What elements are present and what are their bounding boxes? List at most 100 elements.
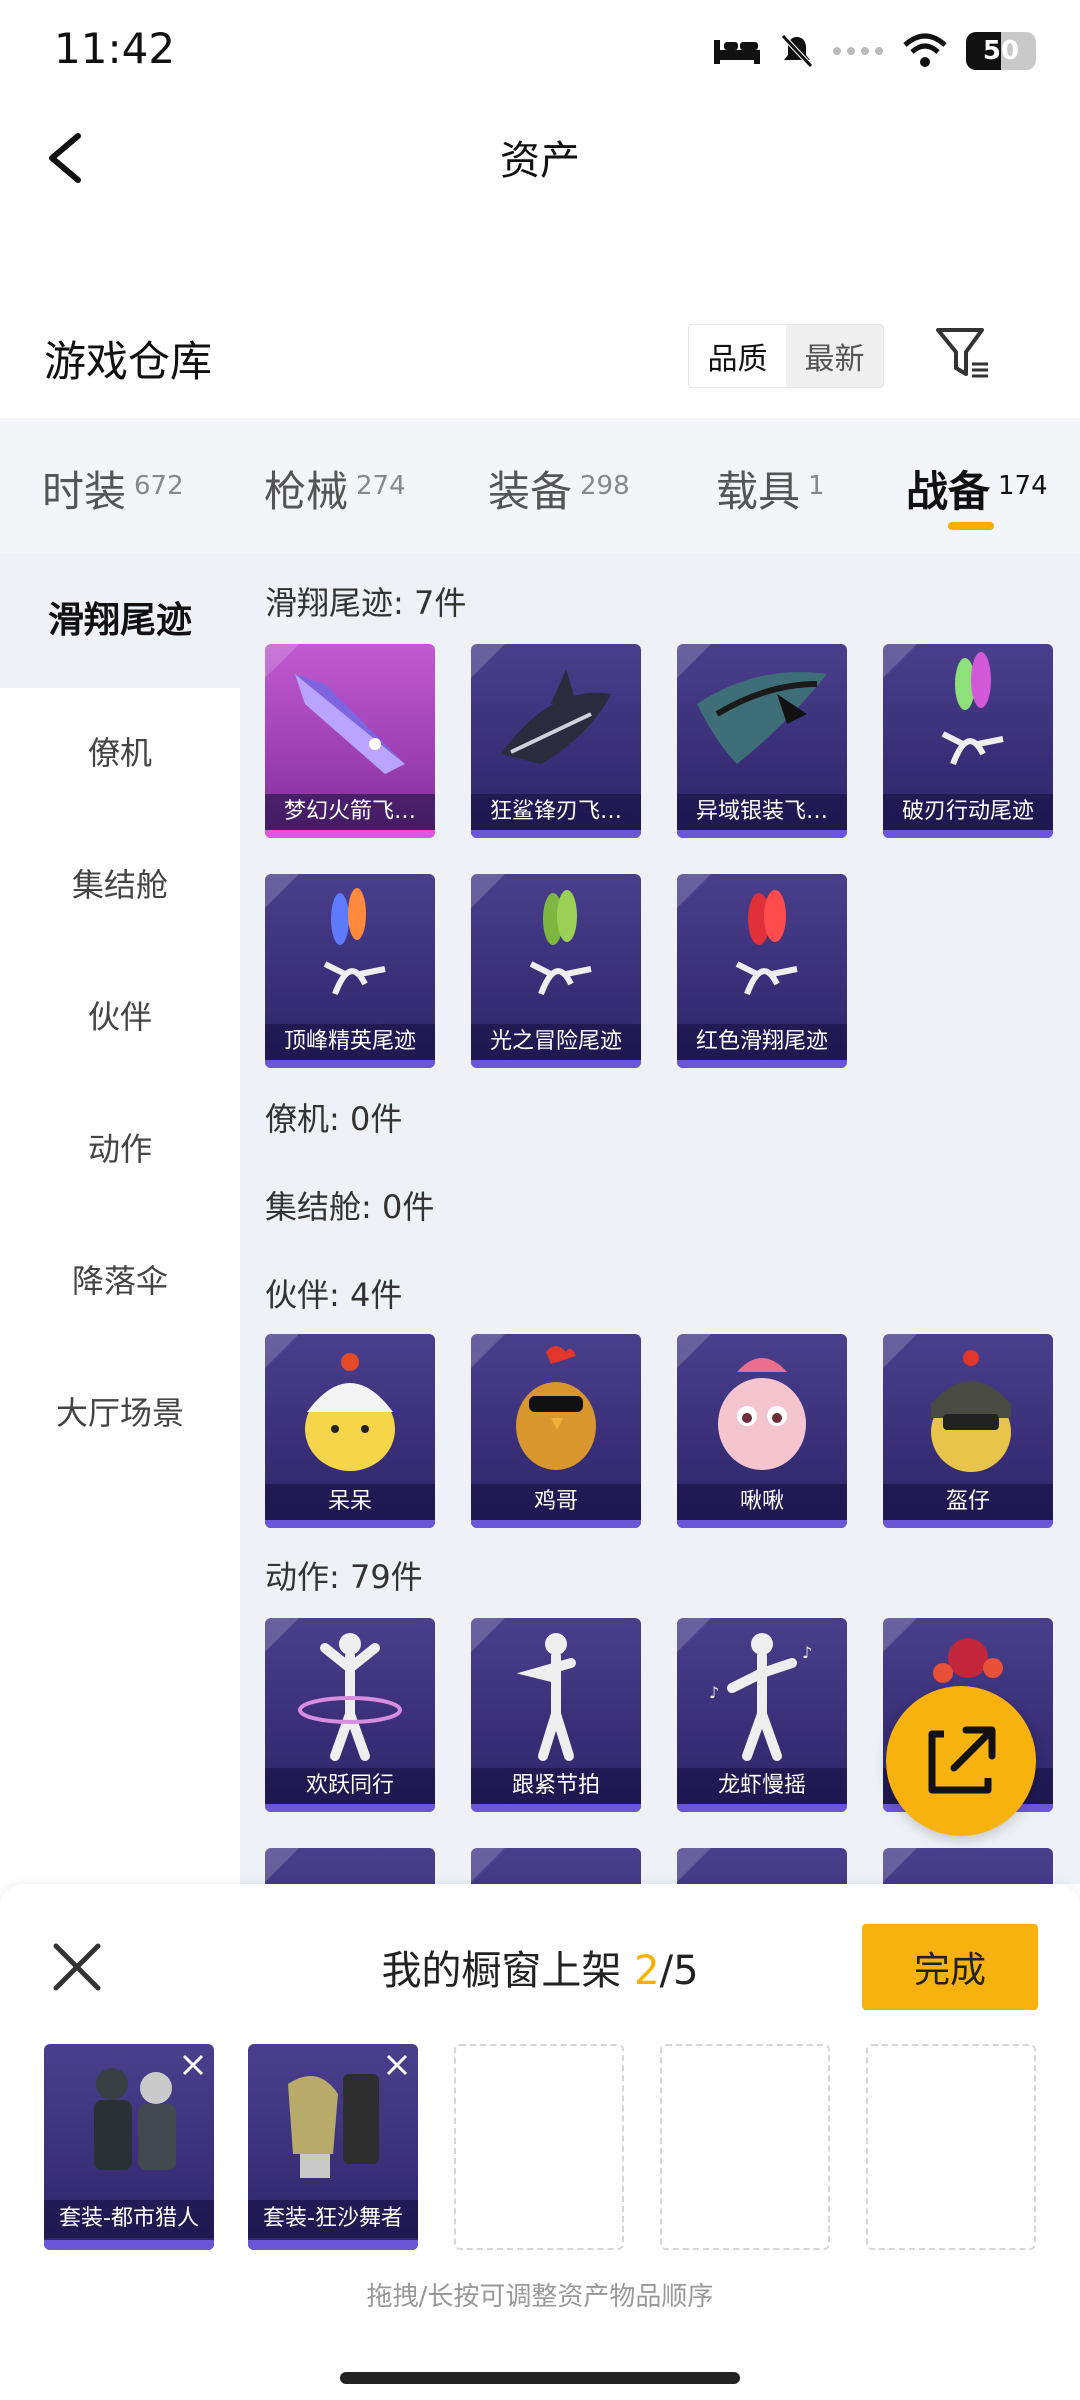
showcase-title-text: 我的橱窗上架	[381, 1948, 635, 1994]
rarity-bar	[44, 2240, 214, 2250]
sidebar-item-glide-trails[interactable]: 滑翔尾迹	[0, 554, 240, 688]
rarity-bar	[883, 1520, 1053, 1528]
asset-card[interactable]: 破刃行动尾迹	[883, 644, 1053, 838]
asset-card[interactable]: 红色滑翔尾迹	[677, 874, 847, 1068]
share-export-icon	[928, 1726, 996, 1794]
sort-option-quality[interactable]: 品质	[689, 325, 786, 387]
rarity-bar	[471, 1060, 641, 1068]
tab-combat-gear[interactable]: 战备 174	[906, 458, 1048, 519]
group-title-pods: 集结舱: 0件	[265, 1188, 435, 1226]
corner-check	[265, 644, 299, 678]
asset-label: 呆呆	[265, 1484, 435, 1520]
rarity-bar	[883, 830, 1053, 838]
status-time: 11:42	[54, 24, 176, 73]
corner-check	[883, 1618, 917, 1652]
corner-check	[265, 1618, 299, 1652]
sidebar-item-lobby-scenes[interactable]: 大厅场景	[0, 1388, 240, 1434]
signal-dots-icon	[833, 47, 883, 55]
corner-check	[677, 874, 711, 908]
asset-label: 欢跃同行	[265, 1768, 435, 1804]
showcase-slot[interactable]: 套装-都市猎人	[44, 2044, 214, 2250]
corner-check	[471, 874, 505, 908]
remove-icon[interactable]	[180, 2052, 206, 2078]
rarity-bar	[677, 1060, 847, 1068]
corner-check	[677, 1334, 711, 1368]
rarity-bar	[677, 830, 847, 838]
svg-text:♪: ♪	[709, 1683, 719, 1702]
mute-bell-icon	[781, 34, 813, 68]
showcase-slot-empty[interactable]	[866, 2044, 1036, 2250]
rarity-bar	[471, 1520, 641, 1528]
rarity-bar	[265, 1520, 435, 1528]
rarity-bar	[265, 1804, 435, 1812]
asset-card[interactable]: 跟紧节拍	[471, 1618, 641, 1812]
filter-icon[interactable]	[934, 324, 992, 382]
sidebar-item-pods[interactable]: 集结舱	[0, 860, 240, 906]
asset-card[interactable]: 顶峰精英尾迹	[265, 874, 435, 1068]
group-title-glide-trails: 滑翔尾迹: 7件	[265, 584, 467, 622]
sidebar: 滑翔尾迹 僚机 集结舱 伙伴 动作 降落伞 大厅场景	[0, 554, 240, 1884]
asset-card[interactable]: 异域银装飞…	[677, 644, 847, 838]
showcase-slot-empty[interactable]	[660, 2044, 830, 2250]
sort-option-newest[interactable]: 最新	[786, 325, 883, 387]
asset-card[interactable]: 梦幻火箭飞…	[265, 644, 435, 838]
showcase-slot-empty[interactable]	[454, 2044, 624, 2250]
rarity-bar	[248, 2240, 418, 2250]
asset-card[interactable]	[677, 1848, 847, 1884]
asset-card[interactable]: ♪ ♪ 龙虾慢摇	[677, 1618, 847, 1812]
asset-label: 啾啾	[677, 1484, 847, 1520]
remove-icon[interactable]	[384, 2052, 410, 2078]
sort-toggle[interactable]: 品质 最新	[688, 324, 884, 388]
section-title: 游戏仓库	[44, 337, 213, 386]
asset-card[interactable]: 呆呆	[265, 1334, 435, 1528]
group-title-wingman: 僚机: 0件	[265, 1100, 403, 1138]
asset-label: 破刃行动尾迹	[883, 794, 1053, 830]
bed-icon	[714, 40, 760, 64]
share-button[interactable]	[886, 1686, 1036, 1836]
wifi-icon	[903, 33, 947, 67]
rarity-bar	[677, 1804, 847, 1812]
home-indicator[interactable]	[340, 2372, 740, 2384]
tab-vehicles[interactable]: 载具 1	[716, 458, 825, 519]
asset-card[interactable]: 狂鲨锋刃飞…	[471, 644, 641, 838]
tab-fashion[interactable]: 时装 672	[42, 458, 184, 519]
corner-check	[471, 1618, 505, 1652]
asset-card[interactable]	[265, 1848, 435, 1884]
corner-check	[883, 644, 917, 678]
asset-card[interactable]	[471, 1848, 641, 1884]
rarity-bar	[471, 1804, 641, 1812]
rarity-bar	[677, 1520, 847, 1528]
asset-card[interactable]	[883, 1848, 1053, 1884]
tab-equipment[interactable]: 装备 298	[488, 458, 630, 519]
group-title-actions: 动作: 79件	[265, 1558, 423, 1596]
done-button[interactable]: 完成	[862, 1924, 1038, 2010]
corner-check	[265, 1334, 299, 1368]
tab-weapons[interactable]: 枪械 274	[264, 458, 406, 519]
category-tabs: 时装 672 枪械 274 装备 298 载具 1 战备 174	[0, 418, 1080, 554]
asset-label: 狂鲨锋刃飞…	[471, 794, 641, 830]
asset-card[interactable]: 啾啾	[677, 1334, 847, 1528]
corner-check	[265, 1848, 299, 1882]
sidebar-item-wingman[interactable]: 僚机	[0, 728, 240, 774]
asset-card[interactable]: 光之冒险尾迹	[471, 874, 641, 1068]
corner-check	[677, 644, 711, 678]
asset-card[interactable]: 盔仔	[883, 1334, 1053, 1528]
asset-label: 梦幻火箭飞…	[265, 794, 435, 830]
showcase-slot-label: 套装-狂沙舞者	[248, 2200, 418, 2238]
corner-check	[265, 874, 299, 908]
battery-icon: 50	[966, 32, 1036, 70]
showcase-slot-label: 套装-都市猎人	[44, 2200, 214, 2238]
asset-card[interactable]: 欢跃同行	[265, 1618, 435, 1812]
sidebar-item-partners[interactable]: 伙伴	[0, 992, 240, 1038]
sidebar-item-actions[interactable]: 动作	[0, 1124, 240, 1170]
active-tab-indicator	[948, 522, 994, 530]
asset-card[interactable]: 鸡哥	[471, 1334, 641, 1528]
corner-check	[883, 1848, 917, 1882]
asset-label: 红色滑翔尾迹	[677, 1024, 847, 1060]
showcase-slot[interactable]: 套装-狂沙舞者	[248, 2044, 418, 2250]
sidebar-item-parachutes[interactable]: 降落伞	[0, 1256, 240, 1302]
svg-text:♪: ♪	[802, 1643, 812, 1662]
showcase-total-count: /5	[659, 1948, 699, 1994]
corner-check	[677, 1618, 711, 1652]
asset-label: 异域银装飞…	[677, 794, 847, 830]
